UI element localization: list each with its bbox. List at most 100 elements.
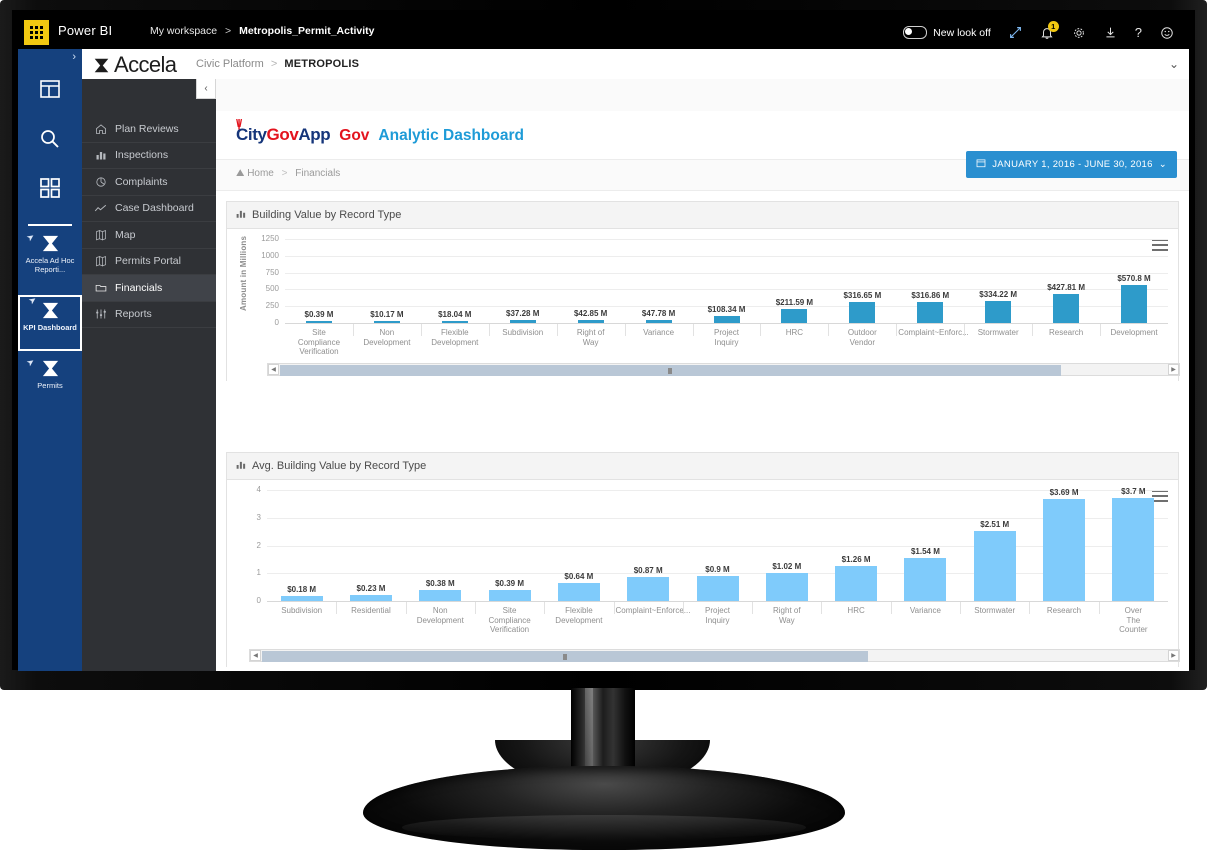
axis-tick (964, 324, 966, 336)
scrollbar-thumb[interactable] (280, 365, 1061, 376)
x-axis-category-label: Variance (643, 328, 675, 337)
axis-tick (556, 324, 558, 336)
date-range-picker[interactable]: JANUARY 1, 2016 - JUNE 30, 2016 ⌄ (966, 151, 1177, 178)
chart-bar[interactable] (349, 594, 392, 601)
chart-bar[interactable] (305, 321, 332, 323)
scrollbar-grip (563, 654, 568, 660)
scrollbar-track[interactable] (262, 651, 1167, 662)
chart-bar[interactable] (696, 576, 739, 601)
scroll-right-arrow[interactable]: ▶ (1168, 650, 1179, 661)
chart-bar[interactable] (849, 301, 876, 323)
new-look-toggle[interactable]: New look off (894, 16, 1000, 49)
panel-building-value: Building Value by Record Type 0 250 500 750… (226, 201, 1180, 381)
home-icon: ⛰ (236, 168, 245, 179)
y-axis-tick-label: 3 (256, 512, 261, 522)
axis-tick (1100, 324, 1102, 336)
nav-item-plan-reviews[interactable]: Plan Reviews (82, 116, 216, 143)
app-launcher-icon[interactable] (24, 20, 49, 45)
pin-icon[interactable]: ➤ (25, 356, 37, 369)
chart-bar[interactable] (1121, 284, 1148, 323)
chart-bar[interactable] (441, 321, 468, 323)
chart-bar[interactable] (973, 531, 1016, 601)
nav-item-map[interactable]: Map (82, 222, 216, 249)
chart-bar[interactable] (1043, 498, 1086, 601)
rail-tile-kpi-dashboard[interactable]: ➤ KPI Dashboard (18, 294, 82, 351)
nav-item-financials[interactable]: Financials (82, 275, 216, 302)
chart-area[interactable]: 0 250 500 750 1000 1250 Amount in Millions $0.3… (227, 229, 1180, 381)
rail-tile-permits[interactable]: ➤ Permits (18, 356, 82, 390)
x-axis-category-label: Right of Way (773, 606, 801, 625)
download-icon[interactable] (1095, 16, 1126, 49)
rail-tile-accela-ad-hoc[interactable]: ➤ Accela Ad Hoc Reporti... (18, 231, 82, 274)
workspace-link[interactable]: My workspace (150, 25, 217, 37)
y-axis-tick-label: 2 (256, 540, 261, 550)
scrollbar-thumb[interactable] (262, 651, 869, 662)
nav-item-permits-portal[interactable]: Permits Portal (82, 249, 216, 275)
monitor-frame: Power BI My workspace > Metropolis_Permi… (0, 0, 1207, 690)
rail-tile-label: Accela Ad Hoc Reporti... (25, 256, 75, 274)
rail-tile-label: KPI Dashboard (23, 323, 77, 332)
chart-bar[interactable] (509, 320, 536, 323)
chevron-right-icon[interactable]: › (72, 51, 76, 63)
new-look-label: New look off (933, 26, 991, 39)
pin-icon[interactable]: ➤ (25, 231, 37, 244)
pin-icon[interactable]: ➤ (27, 294, 39, 307)
y-axis-tick-label: 1 (256, 568, 261, 578)
chart-bar[interactable] (280, 596, 323, 601)
nav-collapse-button[interactable]: ‹ (196, 79, 216, 99)
chevron-down-icon[interactable]: ⌄ (1169, 57, 1179, 71)
chart-bar[interactable] (781, 308, 808, 323)
chart-bar[interactable] (627, 576, 670, 601)
help-icon[interactable]: ? (1126, 16, 1151, 49)
chart-bar[interactable] (645, 319, 672, 323)
chart-bar[interactable] (1053, 294, 1080, 323)
y-axis-tick-label: 1000 (261, 250, 279, 260)
chart-bar[interactable] (488, 590, 531, 601)
axis-tick (405, 602, 407, 614)
accela-logo[interactable]: Accela (93, 52, 177, 78)
chart-area[interactable]: 0 1 2 3 4 $0.18 M Subdivision $0.23 M Residentia… (227, 480, 1180, 667)
rail-icon-report-layout[interactable] (18, 77, 82, 101)
scrollbar-track[interactable] (280, 365, 1167, 376)
notification-bell-icon[interactable]: 1 (1031, 16, 1063, 49)
scroll-left-arrow[interactable]: ◀ (268, 364, 279, 375)
panel-avg-building-value: Avg. Building Value by Record Type 0 1 2 3 4… (226, 452, 1180, 667)
chart-bar[interactable] (835, 566, 878, 601)
x-axis-category-label: HRC (785, 328, 804, 337)
chart-bar[interactable] (557, 583, 600, 601)
x-axis-category-label: Project Inquiry (705, 606, 730, 625)
folder-icon (94, 281, 107, 294)
chart-bar[interactable] (1112, 498, 1155, 601)
hamburger-menu-icon[interactable] (1152, 239, 1168, 251)
scroll-right-arrow[interactable]: ▶ (1168, 364, 1179, 375)
rail-icon-search[interactable] (18, 127, 82, 151)
chart-horizontal-scrollbar[interactable]: ◀ ▶ (249, 649, 1180, 662)
breadcrumb-home[interactable]: Home (247, 168, 274, 179)
smiley-feedback-icon[interactable] (1151, 16, 1183, 49)
scroll-left-arrow[interactable]: ◀ (250, 650, 261, 661)
chart-bar[interactable] (713, 315, 740, 323)
chart-bar[interactable] (985, 300, 1012, 323)
report-name[interactable]: Metropolis_Permit_Activity (239, 25, 374, 37)
chart-bar[interactable] (419, 590, 462, 601)
fullscreen-icon[interactable] (1000, 16, 1031, 49)
chart-horizontal-scrollbar[interactable]: ◀ ▶ (267, 363, 1180, 376)
nav-item-reports[interactable]: Reports (82, 302, 216, 328)
nav-item-complaints[interactable]: Complaints (82, 169, 216, 196)
axis-tick (752, 602, 754, 614)
nav-item-inspections[interactable]: Inspections (82, 143, 216, 169)
nav-item-case-dashboard[interactable]: Case Dashboard (82, 196, 216, 222)
chart-bar[interactable] (917, 301, 944, 323)
chart-bar[interactable] (577, 320, 604, 323)
bar-data-label: $0.9 M (705, 565, 730, 575)
powerbi-app-name[interactable]: Power BI (58, 23, 112, 38)
rail-icon-apps[interactable] (18, 177, 82, 199)
chart-bar[interactable] (373, 321, 400, 323)
axis-tick (488, 324, 490, 336)
chart-bar[interactable] (765, 572, 808, 601)
y-axis-tick-label: 500 (265, 284, 279, 294)
civic-platform-link[interactable]: Civic Platform (196, 58, 264, 70)
chart-bar[interactable] (904, 558, 947, 601)
bar-data-label: $0.23 M (356, 583, 386, 593)
gear-icon[interactable] (1063, 16, 1095, 49)
